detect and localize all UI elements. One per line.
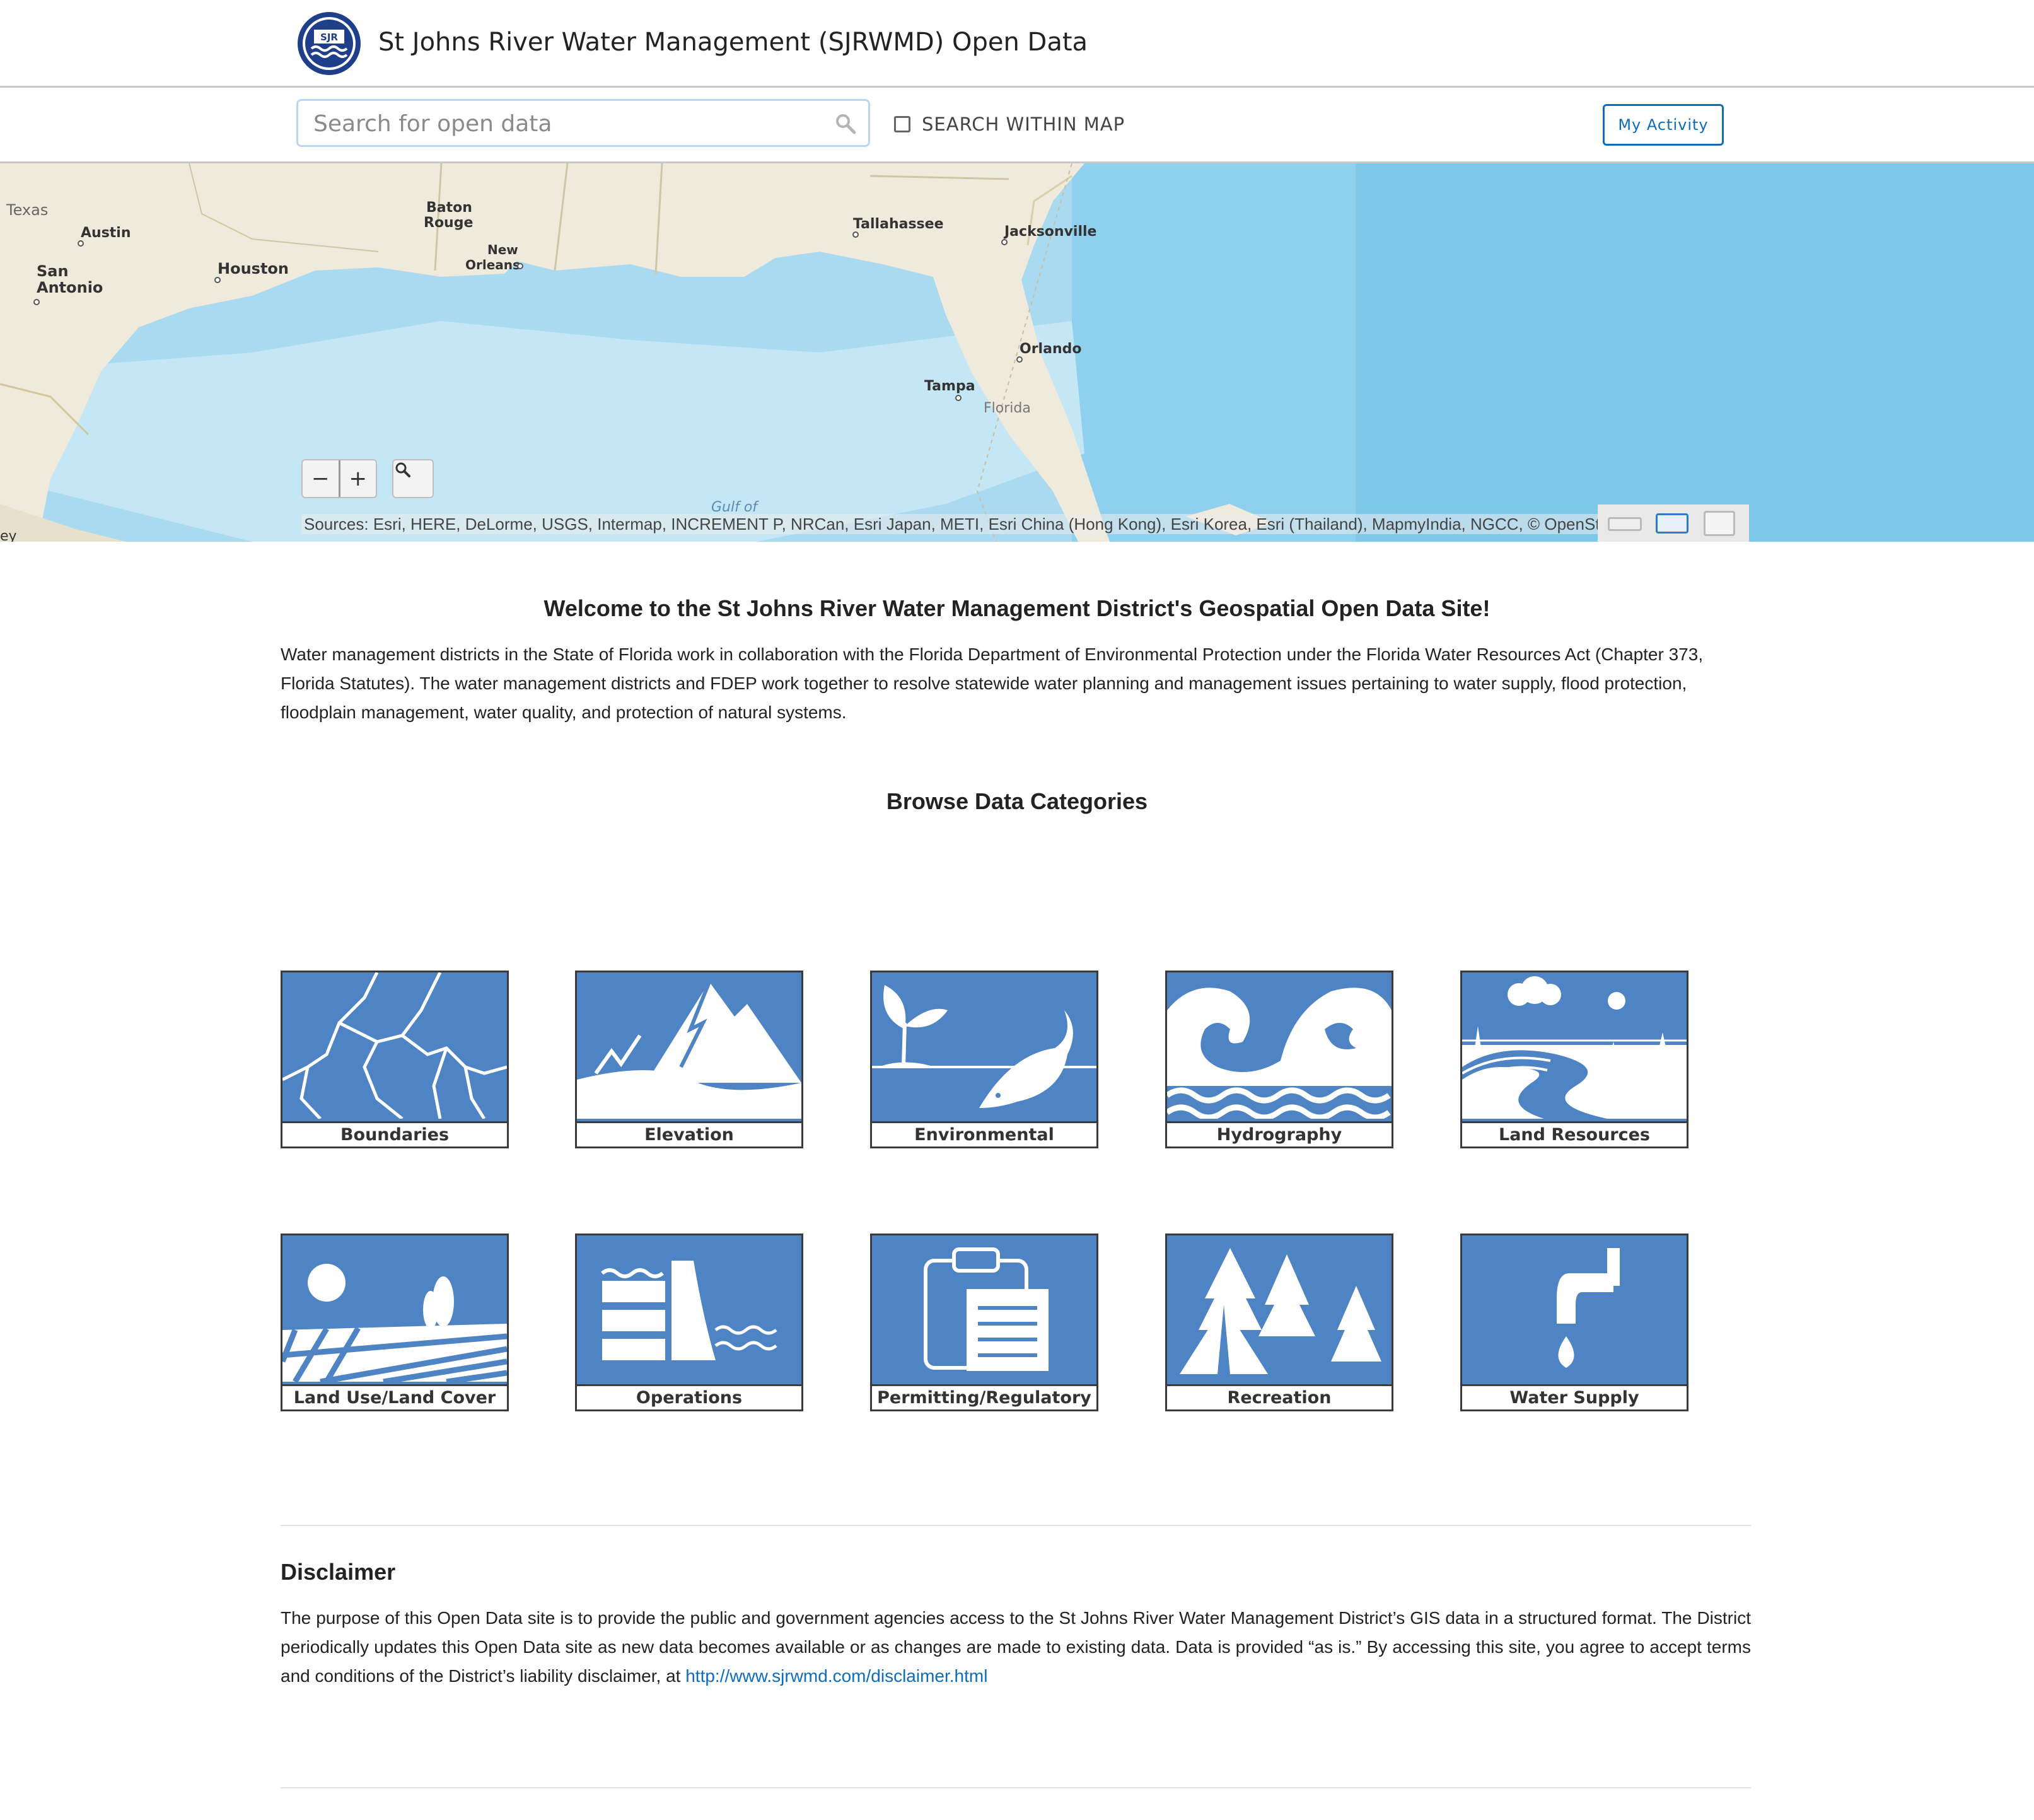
category-permitting-regulatory[interactable]: Permitting/Regulatory: [870, 1234, 1098, 1411]
site-header: SJR St Johns River Water Management (SJR…: [0, 0, 2034, 88]
category-label: Water Supply: [1462, 1384, 1687, 1409]
divider: [281, 1525, 1751, 1526]
map-label-tampa: Tampa: [924, 378, 975, 394]
map-label-tallahassee: Tallahassee: [853, 216, 943, 232]
category-label: Operations: [577, 1384, 801, 1409]
category-label: Permitting/Regulatory: [872, 1384, 1096, 1409]
category-operations[interactable]: Operations: [575, 1234, 803, 1411]
site-title[interactable]: St Johns River Water Management (SJRWMD)…: [378, 28, 1088, 57]
map-attribution: Sources: Esri, HERE, DeLorme, USGS, Inte…: [301, 514, 1601, 534]
map-label-new: New: [487, 242, 518, 257]
basemap-toggle-2[interactable]: [1656, 513, 1688, 534]
search-icon[interactable]: [834, 112, 857, 135]
search-bar: SEARCH WITHIN MAP My Activity: [0, 88, 2034, 163]
faucet-icon: [1557, 1248, 1620, 1368]
disclaimer-link[interactable]: http://www.sjrwmd.com/disclaimer.html: [685, 1666, 987, 1686]
map-label-florida: Florida: [984, 400, 1031, 416]
category-label: Boundaries: [282, 1121, 507, 1146]
clipboard-icon: [924, 1247, 1049, 1371]
browse-title: Browse Data Categories: [886, 788, 1148, 814]
category-water-supply[interactable]: Water Supply: [1460, 1234, 1688, 1411]
map-label-antonio: Antonio: [37, 279, 103, 296]
farmland-icon: [282, 1264, 507, 1382]
map-label-edge: ey: [0, 528, 17, 542]
zoom-control: − +: [301, 459, 377, 498]
disclaimer-title: Disclaimer: [281, 1559, 396, 1585]
map-label-texas: Texas: [6, 201, 48, 219]
disclaimer-text: The purpose of this Open Data site is to…: [281, 1608, 1751, 1686]
category-hydrography[interactable]: Hydrography: [1165, 971, 1393, 1148]
svg-text:SJR: SJR: [320, 32, 338, 43]
map-label-austin: Austin: [81, 225, 131, 241]
map-search-button[interactable]: [392, 459, 434, 498]
category-land-use-land-cover[interactable]: Land Use/Land Cover: [281, 1234, 509, 1411]
basemap-toggle-group: [1598, 505, 1749, 542]
camping-icon: [1180, 1248, 1381, 1374]
map-label-orlando: Orlando: [1020, 341, 1081, 357]
map-label-houston: Houston: [218, 260, 289, 277]
map-label-gulf: Gulf of: [711, 499, 759, 515]
disclaimer-body: The purpose of this Open Data site is to…: [281, 1604, 1751, 1691]
wave-icon: [1167, 988, 1392, 1119]
search-within-map-label: SEARCH WITHIN MAP: [922, 114, 1125, 135]
search-within-map-toggle[interactable]: SEARCH WITHIN MAP: [894, 114, 1125, 135]
welcome-title: Welcome to the St Johns River Water Mana…: [543, 595, 1491, 621]
basemap-toggle-1[interactable]: [1608, 517, 1642, 531]
search-box: [296, 99, 870, 147]
divider: [281, 1787, 1751, 1788]
sjrwmd-logo[interactable]: SJR: [296, 11, 362, 76]
my-activity-button[interactable]: My Activity: [1603, 104, 1724, 146]
dam-icon: [601, 1261, 777, 1360]
category-label: Land Use/Land Cover: [282, 1384, 507, 1409]
map-view[interactable]: Texas Austin San Antonio Houston Baton R…: [0, 163, 2034, 542]
basemap-toggle-3[interactable]: [1704, 511, 1735, 536]
search-input[interactable]: [312, 107, 806, 140]
category-environmental[interactable]: Environmental: [870, 971, 1098, 1148]
map-label-rouge: Rouge: [424, 215, 473, 231]
category-boundaries[interactable]: Boundaries: [281, 971, 509, 1148]
category-label: Land Resources: [1462, 1121, 1687, 1146]
search-within-map-checkbox[interactable]: [894, 116, 910, 132]
category-label: Hydrography: [1167, 1121, 1392, 1146]
magnifier-icon: [395, 462, 410, 477]
plant-fish-icon: [872, 985, 1096, 1108]
category-recreation[interactable]: Recreation: [1165, 1234, 1393, 1411]
map-label-san: San: [37, 262, 69, 280]
map-label-jacksonville: Jacksonville: [1003, 224, 1096, 240]
category-label: Recreation: [1167, 1384, 1392, 1409]
map-label-baton: Baton: [426, 200, 472, 216]
zoom-in-button[interactable]: +: [340, 460, 376, 497]
mountain-icon: [577, 981, 801, 1119]
river-landscape-icon: [1462, 976, 1687, 1119]
boundaries-icon: [282, 972, 507, 1119]
welcome-body: Water management districts in the State …: [281, 645, 1704, 722]
category-label: Environmental: [872, 1121, 1096, 1146]
category-land-resources[interactable]: Land Resources: [1460, 971, 1688, 1148]
zoom-out-button[interactable]: −: [303, 460, 340, 497]
category-label: Elevation: [577, 1121, 801, 1146]
map-label-orleans: Orleans: [465, 257, 520, 272]
category-elevation[interactable]: Elevation: [575, 971, 803, 1148]
